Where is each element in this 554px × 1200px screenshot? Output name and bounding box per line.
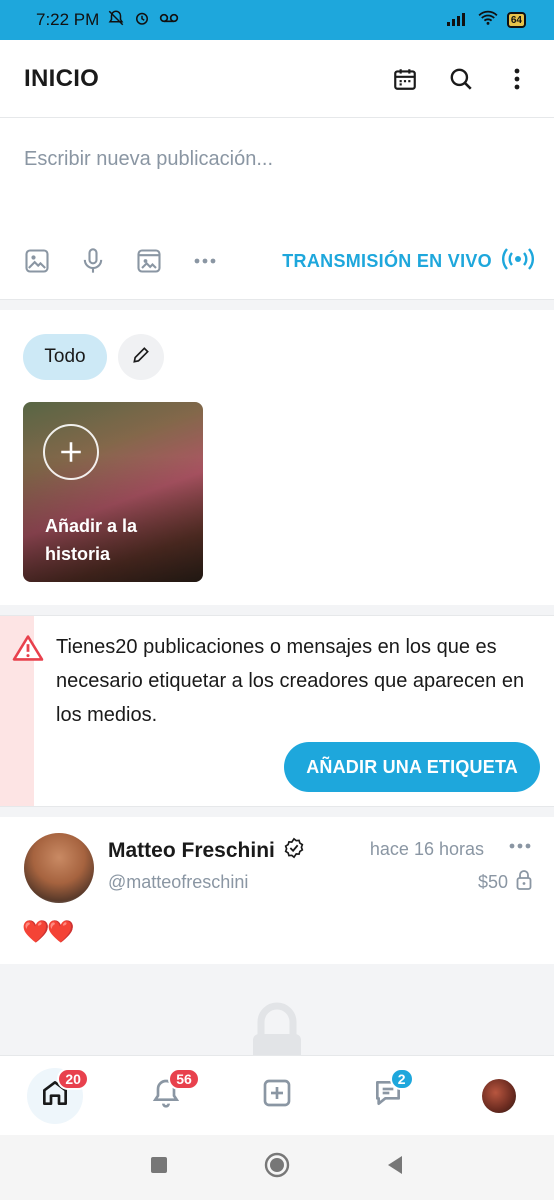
- pencil-icon: [131, 345, 151, 370]
- section-divider: [0, 807, 554, 817]
- go-live-label: TRANSMISIÓN EN VIVO: [282, 250, 492, 271]
- author-handle[interactable]: @matteofreschini: [108, 872, 248, 893]
- more-vertical-icon[interactable]: [502, 64, 532, 94]
- status-time: 7:22 PM: [36, 10, 100, 29]
- lock-icon: [516, 870, 532, 895]
- feed-post: Matteo Freschini @matteofreschini hace 1…: [0, 817, 554, 959]
- nav-notifications[interactable]: 56: [138, 1067, 200, 1124]
- back-icon[interactable]: [386, 1155, 404, 1180]
- go-live-button[interactable]: TRANSMISIÓN EN VIVO: [282, 247, 534, 276]
- nav-messages[interactable]: 2: [360, 1067, 416, 1124]
- more-horizontal-icon[interactable]: [190, 246, 220, 276]
- battery-icon: 64: [506, 12, 526, 28]
- post-composer: Escribir nueva publicación... TRANSMISIÓ…: [0, 118, 554, 300]
- post-options-icon[interactable]: [508, 837, 532, 855]
- add-story-card[interactable]: Añadir a la historia: [23, 402, 203, 582]
- status-bar: 7:22 PM 64: [0, 0, 554, 40]
- image-icon[interactable]: [22, 246, 52, 276]
- add-tag-button[interactable]: AÑADIR UNA ETIQUETA: [284, 742, 540, 792]
- post-time: hace 16 horas: [369, 839, 484, 859]
- alarm-icon: [133, 9, 151, 32]
- new-post-input[interactable]: Escribir nueva publicación...: [24, 148, 273, 171]
- edit-filter-button[interactable]: [118, 334, 164, 380]
- recents-icon[interactable]: [150, 1156, 168, 1179]
- battery-level: 64: [510, 14, 522, 26]
- warning-icon: [12, 634, 44, 667]
- author-name: Matteo Freschini: [108, 839, 275, 862]
- verified-icon: [283, 837, 305, 865]
- author-avatar[interactable]: [24, 833, 94, 903]
- filter-chip-todo[interactable]: Todo: [23, 334, 107, 380]
- bottom-navigation: 20 56 2: [0, 1055, 554, 1135]
- add-square-icon: [261, 1077, 293, 1114]
- nav-profile[interactable]: [471, 1068, 527, 1124]
- microphone-icon[interactable]: [78, 246, 108, 276]
- notifications-badge: 56: [168, 1067, 200, 1090]
- search-icon[interactable]: [446, 64, 476, 94]
- author-name-row[interactable]: Matteo Freschini: [108, 837, 305, 865]
- home-circle-icon[interactable]: [264, 1152, 290, 1183]
- post-text: ❤️❤️: [22, 919, 75, 944]
- signal-icon: [446, 10, 469, 31]
- messages-badge: 2: [389, 1067, 414, 1090]
- section-divider: [0, 300, 554, 310]
- profile-avatar: [481, 1078, 516, 1113]
- nav-new-post[interactable]: [249, 1068, 305, 1124]
- alert-message: Tienes20 publicaciones o mensajes en los…: [56, 636, 525, 726]
- page-title: INICIO: [24, 64, 100, 92]
- plus-icon: [43, 424, 99, 480]
- post-price: $50: [478, 870, 532, 895]
- locked-media[interactable]: [0, 964, 554, 1056]
- mute-icon: [107, 9, 125, 32]
- home-badge: 20: [57, 1067, 89, 1090]
- wifi-icon: [477, 10, 499, 31]
- add-story-label: Añadir a la historia: [45, 516, 138, 564]
- calendar-icon[interactable]: [390, 64, 420, 94]
- system-navigation: [0, 1135, 554, 1200]
- tagging-alert: Tienes20 publicaciones o mensajes en los…: [0, 615, 554, 807]
- price-value: $50: [477, 872, 508, 892]
- large-lock-icon: [247, 998, 307, 1056]
- stories-section: Todo Añadir a la historia: [0, 310, 554, 605]
- voicemail-icon: [159, 10, 179, 30]
- vault-icon[interactable]: [134, 246, 164, 276]
- app-header: INICIO: [0, 40, 554, 118]
- nav-home[interactable]: 20: [27, 1067, 89, 1124]
- broadcast-icon: [502, 247, 534, 276]
- section-divider: [0, 605, 554, 615]
